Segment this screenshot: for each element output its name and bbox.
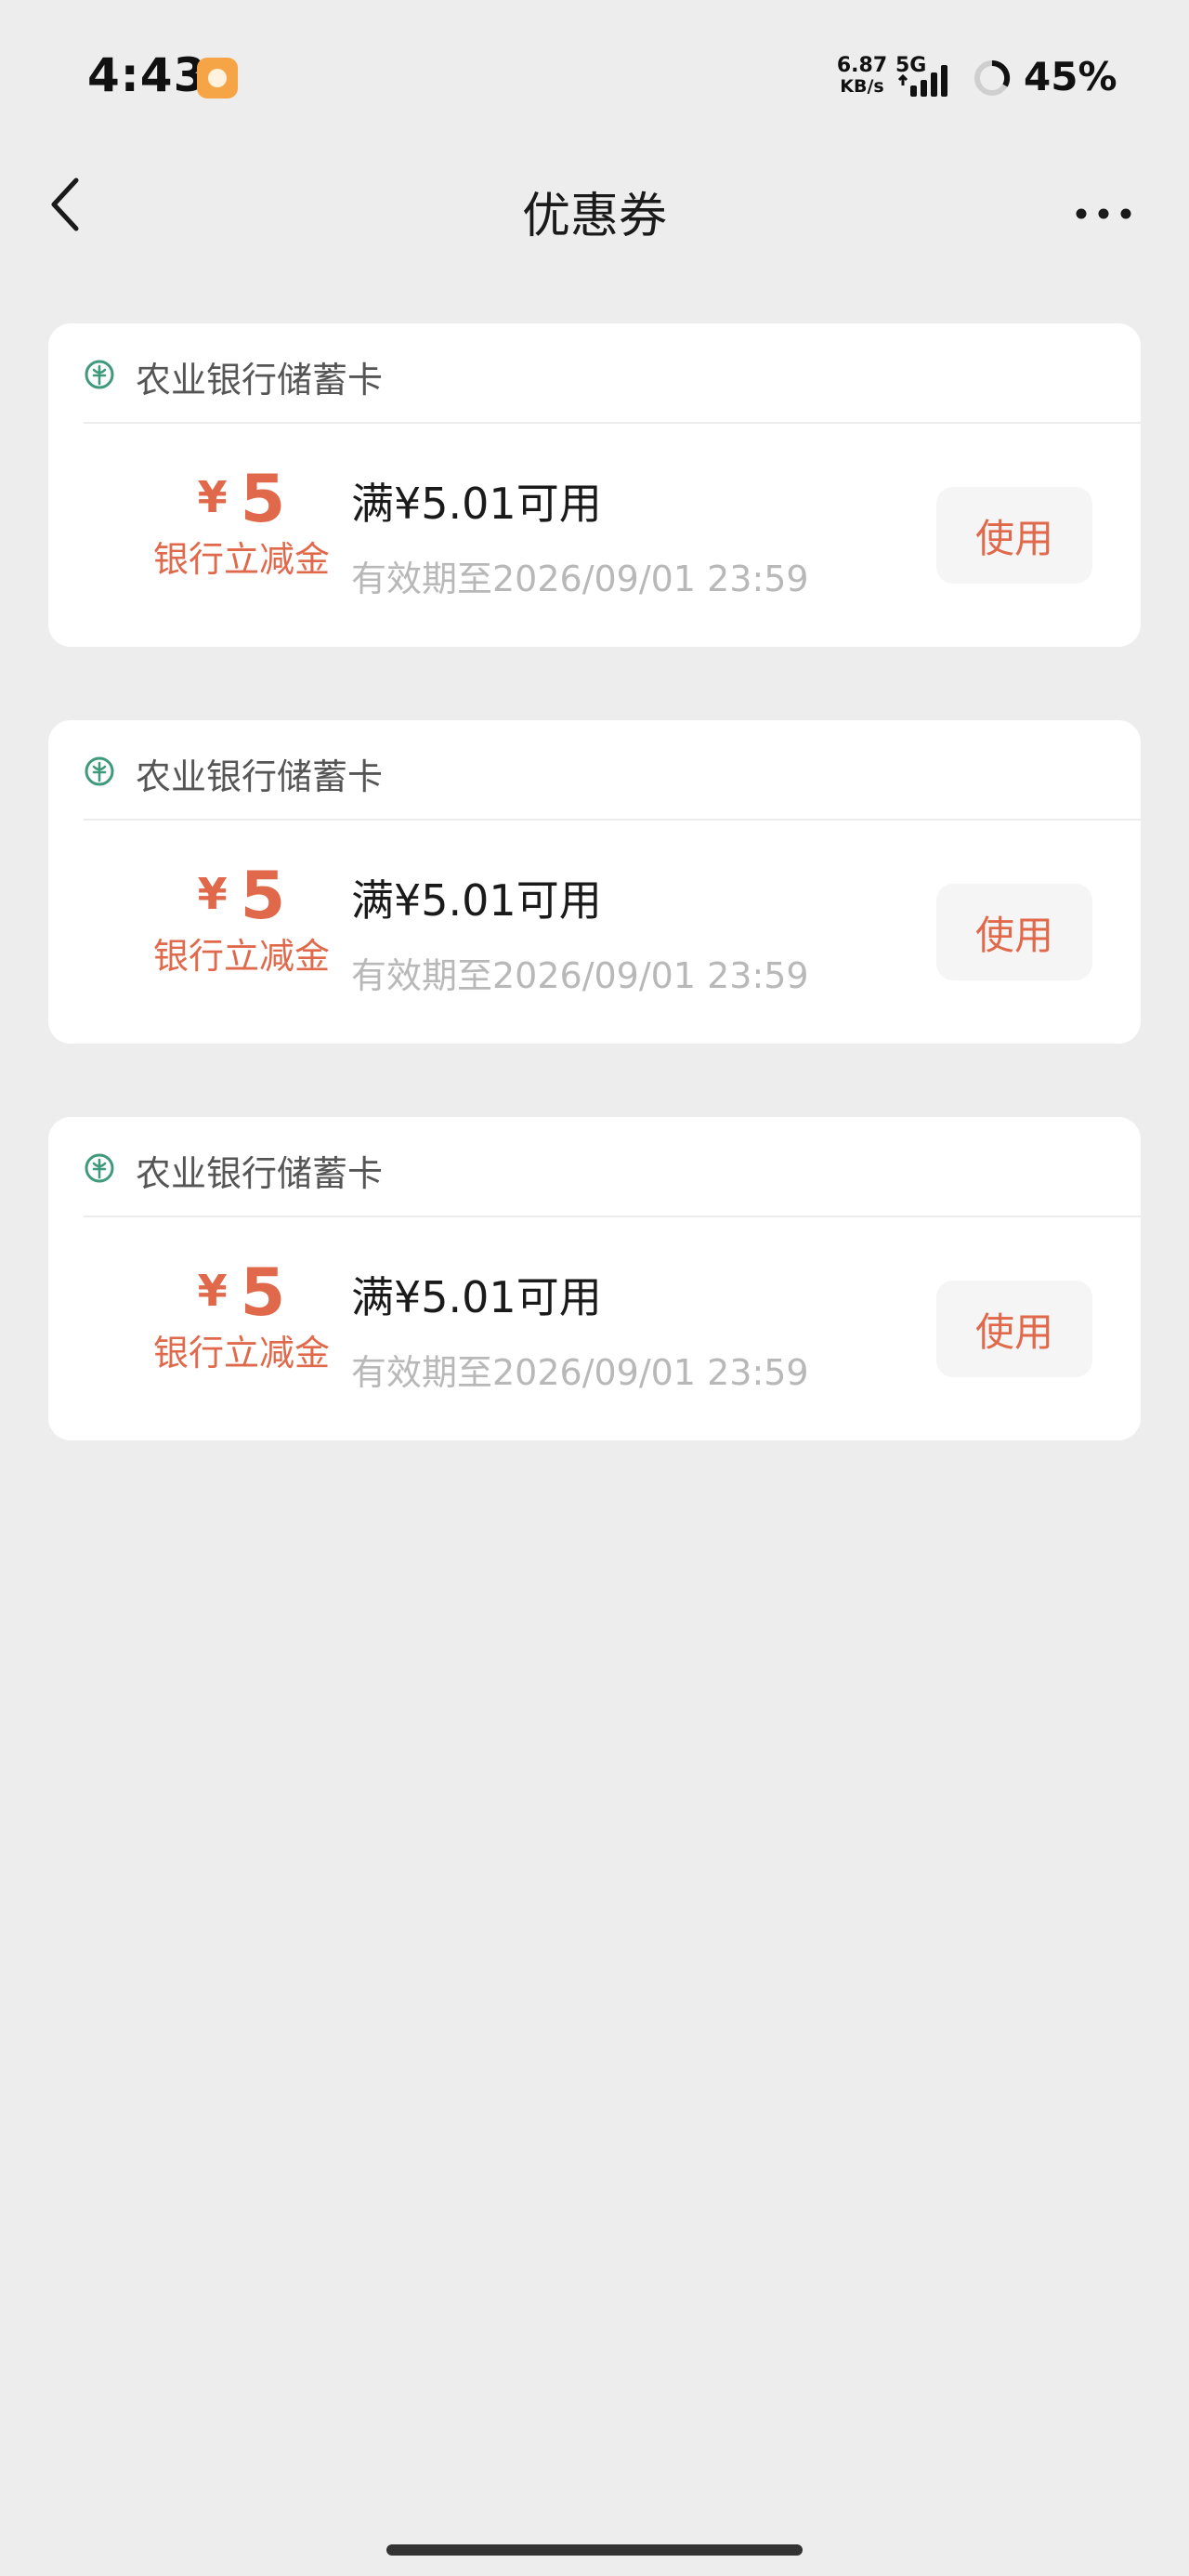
coupon-card: 农业银行储蓄卡 ¥5 银行立减金 满¥5.01可用 有效期至2026/09/01… <box>48 1117 1141 1440</box>
coupon-card-header: 农业银行储蓄卡 <box>84 720 1141 821</box>
bank-name: 农业银行储蓄卡 <box>136 756 384 797</box>
coupon-condition: 满¥5.01可用 <box>351 875 602 926</box>
status-time: 4:43 <box>87 48 207 102</box>
battery-percentage: 45% <box>1024 54 1117 99</box>
coupon-amount-value: 5 <box>240 1255 286 1331</box>
coupon-card-header: 农业银行储蓄卡 <box>84 323 1141 424</box>
use-coupon-button[interactable]: 使用 <box>936 487 1092 584</box>
page-title: 优惠券 <box>521 189 667 244</box>
coupon-validity: 有效期至2026/09/01 23:59 <box>351 1352 809 1393</box>
currency-symbol: ¥ <box>197 1266 228 1316</box>
coupon-validity: 有效期至2026/09/01 23:59 <box>351 955 809 996</box>
network-speed-value: 6.87 <box>836 54 888 77</box>
more-options-button[interactable] <box>1068 186 1143 242</box>
home-indicator[interactable] <box>386 2544 803 2556</box>
use-coupon-button[interactable]: 使用 <box>936 1281 1092 1377</box>
use-coupon-button[interactable]: 使用 <box>936 884 1092 980</box>
agricultural-bank-logo-icon <box>85 360 114 389</box>
coupon-validity: 有效期至2026/09/01 23:59 <box>351 559 809 599</box>
agricultural-bank-logo-icon <box>85 756 114 786</box>
signal-icon <box>897 65 947 97</box>
agricultural-bank-logo-icon <box>85 1153 114 1183</box>
coupon-condition: 满¥5.01可用 <box>351 1272 602 1322</box>
coupon-list: 农业银行储蓄卡 ¥5 银行立减金 满¥5.01可用 有效期至2026/09/01… <box>48 323 1141 1514</box>
bank-name: 农业银行储蓄卡 <box>136 1153 384 1194</box>
coupon-condition: 满¥5.01可用 <box>351 479 602 529</box>
coupon-amount-value: 5 <box>240 461 286 537</box>
status-bar: 4:43 6.87 KB/s 5G 45% <box>0 0 1189 158</box>
network-speed-unit: KB/s <box>840 76 884 97</box>
bank-name: 农业银行储蓄卡 <box>136 360 384 401</box>
notification-app-icon <box>197 58 238 99</box>
network-speed: 6.87 KB/s <box>834 54 890 98</box>
battery-icon <box>974 59 1011 96</box>
more-horizontal-icon <box>1076 208 1131 219</box>
coupon-amount-value: 5 <box>240 858 286 934</box>
coupon-card: 农业银行储蓄卡 ¥5 银行立减金 满¥5.01可用 有效期至2026/09/01… <box>48 720 1141 1044</box>
coupon-card: 农业银行储蓄卡 ¥5 银行立减金 满¥5.01可用 有效期至2026/09/01… <box>48 323 1141 647</box>
currency-symbol: ¥ <box>197 472 228 522</box>
coupon-card-header: 农业银行储蓄卡 <box>84 1117 1141 1217</box>
currency-symbol: ¥ <box>197 869 228 919</box>
